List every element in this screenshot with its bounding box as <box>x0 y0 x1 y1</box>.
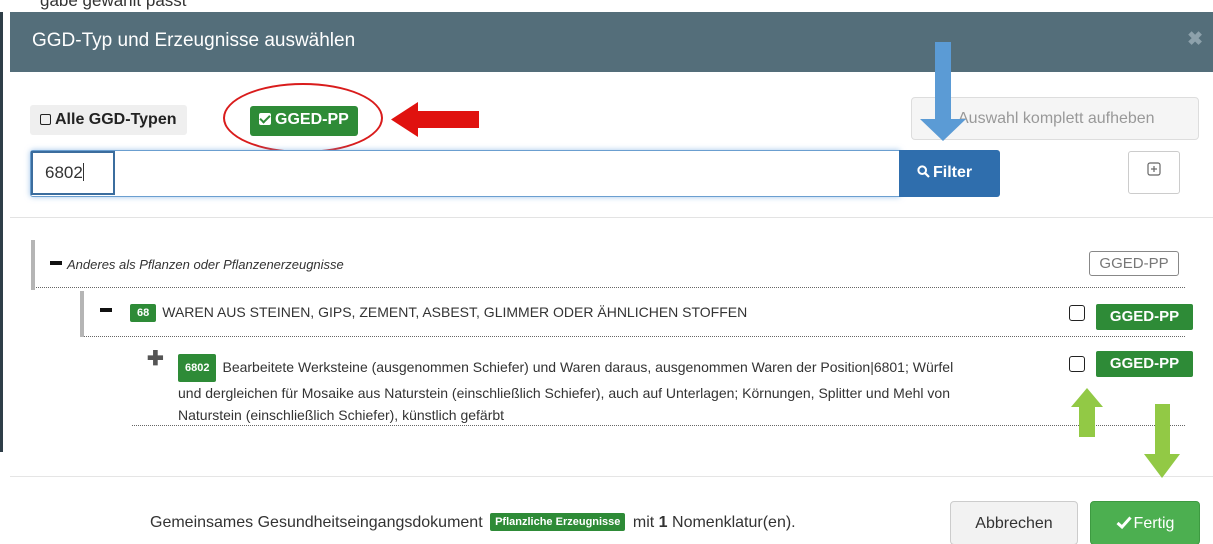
row-separator <box>36 287 1185 288</box>
tree-item-6802-text3: Naturstein (einschließlich Schiefer), kü… <box>178 407 505 423</box>
footer-text-after: Nomenklatur(en). <box>672 514 796 531</box>
filter-button-label: Filter <box>933 164 973 181</box>
gged-pp-tag-68[interactable]: GGED-PP <box>1096 304 1193 330</box>
footer-divider <box>10 476 1213 477</box>
nomenclature-count: 1 <box>658 514 668 531</box>
row-separator <box>132 425 1185 426</box>
toggle-gged-pp[interactable]: GGED-PP <box>250 106 358 136</box>
unchecked-box-icon <box>40 114 51 125</box>
select-checkbox-6802[interactable] <box>1069 356 1085 372</box>
tree-level-bar <box>31 240 35 290</box>
tree-item-6802[interactable]: 6802 Bearbeitete Werksteine (ausgenommen … <box>178 354 1058 426</box>
footer-text-mid: mit <box>632 514 655 531</box>
reset-selection-button[interactable]: Auswahl komplett aufheben <box>911 97 1199 140</box>
expand-all-icon <box>1147 162 1161 176</box>
search-input[interactable]: 6802 <box>30 150 900 197</box>
tree-item-6802-line1: 6802 Bearbeitete Werksteine (ausgenommen … <box>178 354 1058 382</box>
checkmark-icon <box>1116 516 1132 530</box>
gged-pp-tag-6802[interactable]: GGED-PP <box>1096 351 1193 377</box>
background-edge <box>0 12 3 452</box>
footer-text-before: Gemeinsames Gesundheitseingangsdokument <box>150 514 483 531</box>
tree-item-68-label: WAREN AUS STEINEN, GIPS, ZEMENT, ASBEST,… <box>162 304 748 320</box>
modal-header: GGD-Typ und Erzeugnisse auswählen ✖ <box>10 12 1213 72</box>
modal-title: GGD-Typ und Erzeugnisse auswählen <box>32 30 356 51</box>
section-divider <box>10 217 1213 218</box>
done-button-label: Fertig <box>1133 515 1175 532</box>
toggle-gged-pp-label: GGED-PP <box>275 111 349 128</box>
gged-pp-tag-root: GGED-PP <box>1089 251 1179 276</box>
tree-level-bar <box>80 291 84 337</box>
footer-summary: Gemeinsames Gesundheitseingangsdokument … <box>150 513 796 532</box>
code-badge: 68 <box>130 304 157 322</box>
tree-item-6802-text2: und dergleichen für Mosaike aus Naturste… <box>178 385 950 401</box>
collapse-icon[interactable] <box>50 261 62 265</box>
filter-button[interactable]: Filter <box>899 150 1000 197</box>
checked-box-icon <box>259 113 271 125</box>
expand-icon[interactable]: ✚ <box>147 349 164 369</box>
tree-root-label[interactable]: Anderes als Pflanzen oder Pflanzenerzeug… <box>67 257 344 272</box>
expand-all-button[interactable] <box>1128 151 1180 194</box>
cancel-button[interactable]: Abbrechen <box>950 501 1078 544</box>
screenshot: gabe gewählt passt GGD-Typ und Erzeugnis… <box>0 0 1213 544</box>
search-icon <box>917 165 930 178</box>
search-input-value: 6802 <box>45 163 83 182</box>
select-checkbox-68[interactable] <box>1069 305 1085 321</box>
close-icon[interactable]: ✖ <box>1187 28 1203 51</box>
toggle-all-types-label: Alle GGD-Typen <box>55 111 177 128</box>
tree-item-6802-text1: Bearbeitete Werksteine (ausgenommen Schi… <box>222 359 954 375</box>
cropped-heading-text: gabe gewählt passt <box>40 0 187 10</box>
cropped-top-strip: gabe gewählt passt <box>0 0 1213 12</box>
toggle-all-types[interactable]: Alle GGD-Typen <box>30 105 187 135</box>
done-button[interactable]: Fertig <box>1090 501 1200 544</box>
collapse-icon[interactable] <box>100 308 112 312</box>
tree-item-68[interactable]: 68 WAREN AUS STEINEN, GIPS, ZEMENT, ASBES… <box>130 304 747 322</box>
row-separator <box>84 336 1185 337</box>
text-cursor <box>82 163 84 181</box>
code-badge: 6802 <box>178 354 217 382</box>
plant-products-badge: Pflanzliche Erzeugnisse <box>490 513 626 531</box>
